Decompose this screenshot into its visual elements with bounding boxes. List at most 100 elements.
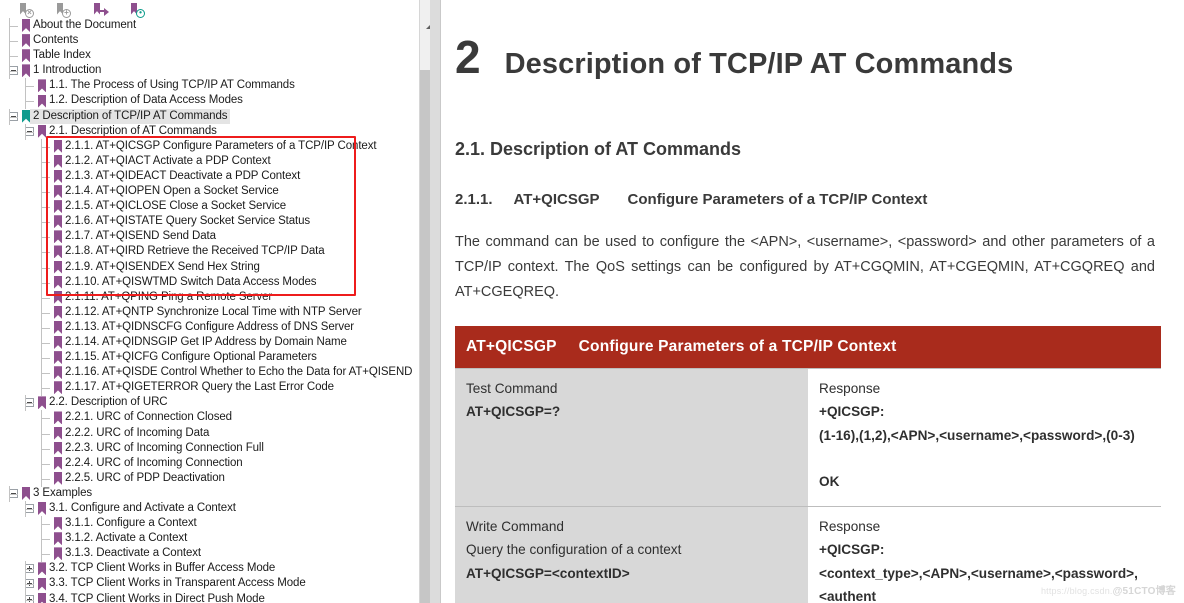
tree-guide [41, 410, 42, 427]
bookmark-item[interactable]: 2.2. Description of URC [0, 395, 420, 412]
bookmarks-toolbar: × + • [0, 0, 440, 18]
bookmark-item[interactable]: About the Document [0, 18, 420, 34]
go-to-bookmark-icon[interactable] [92, 2, 109, 17]
bookmark-item[interactable]: 2.2.2. URC of Incoming Data [0, 425, 420, 442]
tree-connector [41, 448, 50, 450]
tree-connector [41, 161, 50, 163]
bookmark-item[interactable]: 2.1.6. AT+QISTATE Query Socket Service S… [0, 214, 420, 231]
bookmark-label: 2.2.3. URC of Incoming Connection Full [65, 441, 264, 454]
subsection-command: AT+QICSGP [513, 191, 600, 208]
tree-guide [25, 395, 26, 412]
expand-current-bookmark-icon[interactable]: × [18, 2, 34, 18]
subsection-heading: 2.1.1. AT+QICSGP Configure Parameters of… [455, 191, 1158, 208]
bookmark-item[interactable]: 2.1.10. AT+QISWTMD Switch Data Access Mo… [0, 274, 420, 291]
tree-connector [25, 509, 34, 510]
bookmark-icon [54, 261, 62, 274]
bookmark-item[interactable]: 2.1.11. AT+QPING Ping a Remote Server [0, 289, 420, 306]
bookmark-item[interactable]: 2.1.12. AT+QNTP Synchronize Local Time w… [0, 304, 420, 321]
tree-guide [41, 214, 42, 231]
bookmark-item[interactable]: 2.1.3. AT+QIDEACT Deactivate a PDP Conte… [0, 168, 420, 185]
bookmark-label: 2.1.5. AT+QICLOSE Close a Socket Service [65, 200, 287, 213]
bookmark-item[interactable]: 2.2.1. URC of Connection Closed [0, 410, 420, 427]
bookmark-item[interactable]: 2.1.16. AT+QISDE Control Whether to Echo… [0, 365, 420, 382]
table-text-line: Response [819, 380, 881, 396]
bookmark-label: 2.2.5. URC of PDP Deactivation [65, 471, 225, 484]
bookmark-item[interactable]: 3.4. TCP Client Works in Direct Push Mod… [0, 591, 420, 603]
tree-connector [25, 131, 34, 133]
tree-connector [9, 71, 18, 73]
bookmark-icon [54, 321, 62, 334]
tree-guide [25, 561, 26, 578]
bookmark-item[interactable]: 3.1.3. Deactivate a Context [0, 546, 420, 563]
bookmark-item[interactable]: 2.1.13. AT+QIDNSCFG Configure Address of… [0, 319, 420, 336]
tree-guide [41, 168, 42, 185]
bookmark-label: 3.3. TCP Client Works in Transparent Acc… [49, 577, 306, 590]
badge-glyph: • [139, 8, 142, 17]
bookmark-item[interactable]: 3.2. TCP Client Works in Buffer Access M… [0, 561, 420, 578]
bookmark-item[interactable]: 2 Description of TCP/IP AT Commands [0, 108, 420, 125]
table-text-line: +QICSGP: [819, 404, 885, 419]
tree-connector [41, 207, 50, 209]
new-bookmark-icon[interactable]: + [55, 2, 71, 18]
bookmark-item[interactable]: 2.1. Description of AT Commands [0, 123, 420, 140]
bookmark-icon [54, 547, 62, 560]
tree-guide [41, 350, 42, 367]
tree-connector [25, 584, 34, 586]
bookmark-label: 3.4. TCP Client Works in Direct Push Mod… [49, 592, 265, 603]
bookmark-item[interactable]: 2.1.2. AT+QIACT Activate a PDP Context [0, 153, 420, 170]
chapter-heading: 2 Description of TCP/IP AT Commands [455, 34, 1158, 81]
tree-guide [41, 365, 42, 382]
bookmark-item[interactable]: 2.2.4. URC of Incoming Connection [0, 455, 420, 472]
tree-guide [41, 274, 42, 291]
bookmark-item[interactable]: 2.1.17. AT+QIGETERROR Query the Last Err… [0, 380, 420, 397]
bookmark-icon [38, 502, 46, 515]
bookmark-item[interactable]: 2.2.5. URC of PDP Deactivation [0, 470, 420, 487]
bookmark-item[interactable]: 2.1.7. AT+QISEND Send Data [0, 229, 420, 246]
bookmark-icon [38, 578, 46, 591]
tree-connector [9, 41, 18, 43]
bookmark-item[interactable]: 3.1. Configure and Activate a Context [0, 501, 420, 517]
bookmark-options-icon[interactable]: • [129, 2, 145, 18]
command-table-header-cell: AT+QICSGP Configure Parameters of a TCP/I… [455, 326, 1161, 369]
tree-connector [41, 388, 50, 390]
bookmark-item[interactable]: 2.1.9. AT+QISENDEX Send Hex String [0, 259, 420, 276]
table-text-line: Query the configuration of a context [466, 542, 682, 557]
bookmark-label: Contents [33, 34, 79, 47]
bookmark-label: 2.2. Description of URC [49, 396, 168, 409]
bookmark-label: Table Index [33, 49, 91, 62]
bookmark-item[interactable]: Contents [0, 33, 420, 50]
bookmark-item[interactable]: 2.1.8. AT+QIRD Retrieve the Received TCP… [0, 244, 420, 261]
bookmark-item[interactable]: 2.1.14. AT+QIDNSGIP Get IP Address by Do… [0, 334, 420, 351]
bookmark-item[interactable]: 3.3. TCP Client Works in Transparent Acc… [0, 576, 420, 593]
bookmark-item[interactable]: 3.1.1. Configure a Context [0, 516, 420, 533]
tree-guide [41, 319, 42, 336]
bookmark-tree[interactable]: About the Document Contents Table Index 1 I… [0, 18, 420, 603]
tree-guide [9, 63, 10, 80]
bookmark-item[interactable]: Table Index [0, 48, 420, 65]
tree-connector [41, 237, 50, 239]
section-heading: 2.1. Description of AT Commands [455, 139, 742, 159]
bookmark-item[interactable]: 3.1.2. Activate a Context [0, 531, 420, 548]
bookmark-item[interactable]: 2.1.4. AT+QIOPEN Open a Socket Service [0, 184, 420, 201]
bookmark-item[interactable]: 2.1.5. AT+QICLOSE Close a Socket Service [0, 199, 420, 216]
bookmark-label: 2.1.9. AT+QISENDEX Send Hex String [65, 260, 260, 273]
bookmark-item[interactable]: 2.1.15. AT+QICFG Configure Optional Para… [0, 350, 420, 367]
command-table-cell-left: Write Command Query the configuration of … [455, 506, 808, 603]
bookmark-item[interactable]: 2.2.3. URC of Incoming Connection Full [0, 440, 420, 457]
arrow-shape [99, 7, 109, 17]
bookmark-item[interactable]: 1.2. Description of Data Access Modes [0, 93, 420, 110]
bookmark-item[interactable]: 3 Examples [0, 485, 420, 502]
tree-guide [41, 334, 42, 351]
tree-guide [9, 18, 10, 34]
bookmark-icon [54, 427, 62, 440]
bookmark-icon [54, 230, 62, 243]
tree-guide [41, 380, 42, 397]
tree-connector [9, 493, 18, 495]
bookmark-item[interactable]: 1.1. The Process of Using TCP/IP AT Comm… [0, 78, 420, 95]
tree-connector [41, 176, 50, 178]
tree-connector [41, 312, 50, 314]
document-view[interactable]: 2 Description of TCP/IP AT Commands 2.1.… [441, 0, 1184, 603]
bookmark-item[interactable]: 2.1.1. AT+QICSGP Configure Parameters of… [0, 138, 420, 155]
bookmark-item[interactable]: 1 Introduction [0, 63, 420, 80]
command-table-body: AT+QICSGP Configure Parameters of a TCP/I… [455, 326, 1161, 603]
